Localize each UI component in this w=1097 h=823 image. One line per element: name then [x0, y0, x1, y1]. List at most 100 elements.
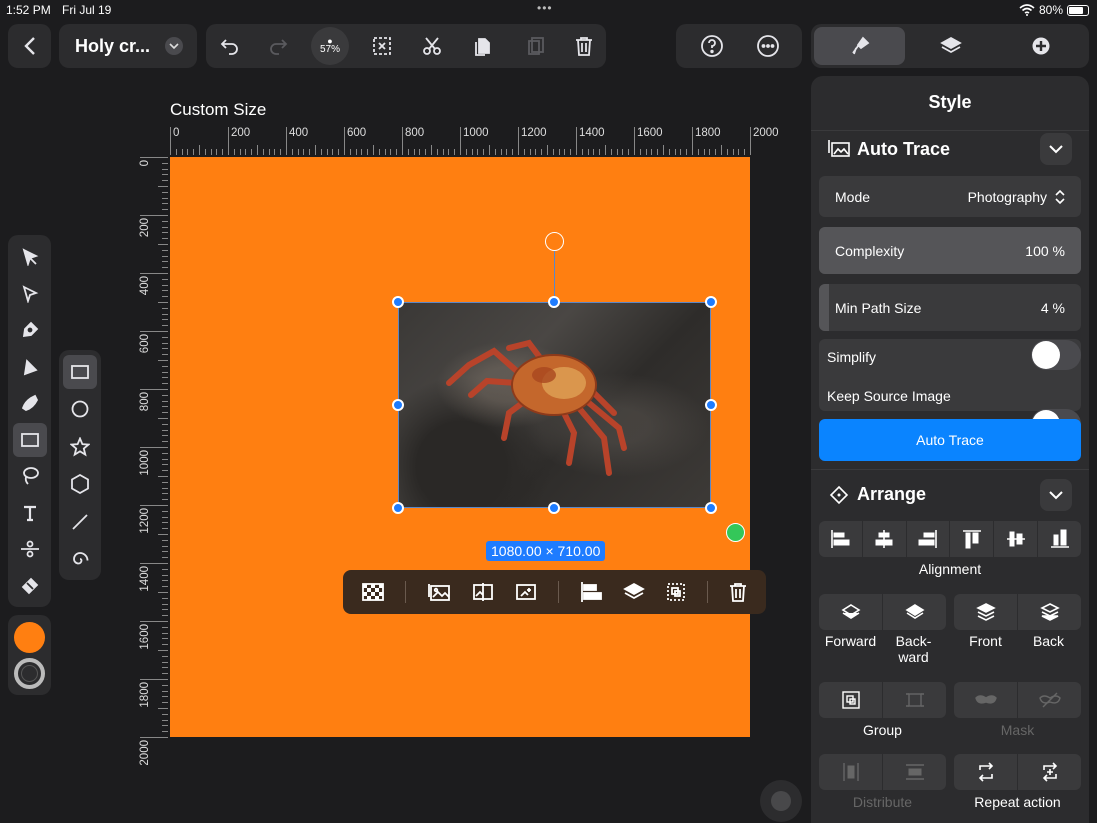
- tool-eraser[interactable]: [8, 568, 51, 605]
- group-button[interactable]: [666, 582, 686, 602]
- tab-layers[interactable]: [905, 27, 996, 65]
- shape-star[interactable]: [59, 428, 101, 466]
- ruler-minor-tick: [162, 580, 168, 582]
- shape-ellipse[interactable]: [59, 391, 101, 429]
- arrange-button[interactable]: [623, 582, 645, 602]
- mask-buttons: [954, 682, 1081, 718]
- selected-image[interactable]: [398, 302, 711, 508]
- resize-handle-left[interactable]: [392, 399, 404, 411]
- ruler-minor-tick: [162, 615, 168, 617]
- distribute-vertical-button[interactable]: [883, 754, 946, 790]
- help-button[interactable]: [692, 24, 732, 68]
- align-right-button[interactable]: [907, 521, 951, 557]
- redo-button[interactable]: [258, 24, 298, 68]
- ruler-minor-tick: [162, 586, 168, 588]
- ungroup-button[interactable]: [883, 682, 946, 718]
- delete-button[interactable]: [564, 24, 604, 68]
- ruler-minor-tick: [162, 180, 168, 182]
- stroke-color-swatch[interactable]: [14, 658, 45, 689]
- rotation-handle[interactable]: [545, 232, 564, 251]
- ruler-minor-tick: [610, 149, 612, 155]
- ruler-minor-tick: [162, 603, 168, 605]
- tool-lasso[interactable]: [8, 458, 51, 495]
- auto-enhance-button[interactable]: [515, 582, 537, 602]
- tool-text[interactable]: [8, 495, 51, 532]
- tool-brush[interactable]: [8, 385, 51, 422]
- cut-button[interactable]: [412, 24, 452, 68]
- paste-button[interactable]: [516, 24, 556, 68]
- shape-line[interactable]: [59, 503, 101, 541]
- status-bar: 1:52 PM Fri Jul 19 ••• 80%: [0, 0, 1097, 20]
- ruler-minor-tick: [162, 255, 168, 257]
- image-adjust-button[interactable]: [472, 582, 494, 602]
- zoom-button[interactable]: ● 57%: [311, 27, 349, 65]
- copy-button[interactable]: [462, 24, 502, 68]
- simplify-toggle[interactable]: [1031, 340, 1081, 370]
- shape-polygon[interactable]: [59, 466, 101, 504]
- ruler-minor-tick: [162, 284, 168, 286]
- resize-handle-top-left[interactable]: [392, 296, 404, 308]
- front-button[interactable]: [954, 594, 1018, 630]
- tool-select[interactable]: [8, 239, 51, 276]
- ruler-minor-tick: [239, 149, 241, 155]
- repeat-add-button[interactable]: [1018, 754, 1081, 790]
- delete-selection-button[interactable]: [729, 582, 747, 602]
- mode-select[interactable]: Mode Photography: [819, 176, 1081, 217]
- resize-handle-top-right[interactable]: [705, 296, 717, 308]
- ruler-minor-tick: [657, 149, 659, 155]
- ruler-minor-tick: [162, 516, 168, 518]
- arrange-collapse-button[interactable]: [1040, 479, 1072, 511]
- auto-trace-collapse-button[interactable]: [1040, 133, 1072, 165]
- tool-direct-select[interactable]: [8, 276, 51, 313]
- back-button[interactable]: [1018, 594, 1081, 630]
- align-center-h-button[interactable]: [863, 521, 907, 557]
- tool-pen[interactable]: [8, 312, 51, 349]
- shape-spiral[interactable]: [59, 541, 101, 579]
- distribute-horizontal-button[interactable]: [819, 754, 883, 790]
- floating-action-button[interactable]: [760, 780, 802, 822]
- tool-anchor[interactable]: [8, 349, 51, 386]
- unmask-icon: [1038, 692, 1061, 708]
- unmask-button[interactable]: [1018, 682, 1081, 718]
- ruler-major-tick: [286, 127, 287, 155]
- mask-button[interactable]: [954, 682, 1018, 718]
- shape-rectangle[interactable]: [59, 353, 101, 391]
- multitasking-dots-icon[interactable]: •••: [537, 1, 553, 15]
- resize-handle-bottom-right[interactable]: [705, 502, 717, 514]
- canvas-resize-handle[interactable]: [726, 523, 745, 542]
- complexity-slider[interactable]: Complexity 100 %: [819, 227, 1081, 274]
- auto-trace-title: Auto Trace: [857, 138, 951, 159]
- ruler-minor-tick: [616, 149, 618, 155]
- resize-handle-right[interactable]: [705, 399, 717, 411]
- back-button[interactable]: [8, 24, 51, 68]
- align-left-button[interactable]: [819, 521, 863, 557]
- more-button[interactable]: [748, 24, 788, 68]
- replace-image-button[interactable]: [427, 582, 451, 602]
- transparency-button[interactable]: [361, 582, 384, 602]
- tool-scissors[interactable]: [8, 531, 51, 568]
- ruler-minor-tick: [349, 149, 351, 155]
- backward-button[interactable]: [883, 594, 946, 630]
- min-path-size-slider[interactable]: Min Path Size 4 %: [819, 284, 1081, 331]
- group-button[interactable]: [819, 682, 883, 718]
- align-center-v-button[interactable]: [994, 521, 1039, 557]
- mode-label: Mode: [835, 188, 871, 205]
- resize-handle-bottom[interactable]: [548, 502, 560, 514]
- forward-button[interactable]: [819, 594, 883, 630]
- align-bottom-button[interactable]: [1038, 521, 1081, 557]
- repeat-button[interactable]: [954, 754, 1018, 790]
- align-top-button[interactable]: [950, 521, 995, 557]
- resize-handle-top[interactable]: [548, 296, 560, 308]
- align-left-button[interactable]: [580, 581, 602, 603]
- tool-shape[interactable]: [8, 422, 51, 459]
- undo-button[interactable]: [210, 24, 250, 68]
- resize-handle-bottom-left[interactable]: [392, 502, 404, 514]
- fill-color-swatch[interactable]: [14, 622, 45, 653]
- document-title-button[interactable]: Holy cr...: [59, 24, 197, 68]
- vertical-ruler[interactable]: 0 200 400 600 800 1000 1200 1400 1600 1800 2000: [138, 157, 170, 777]
- auto-trace-button[interactable]: Auto Trace: [819, 419, 1081, 461]
- deselect-button[interactable]: [362, 24, 402, 68]
- tab-add[interactable]: [995, 27, 1086, 65]
- horizontal-ruler[interactable]: 0 200 400 600 800 1000 1200 1400 1600 1800 2000: [170, 127, 810, 157]
- tab-style[interactable]: [814, 27, 905, 65]
